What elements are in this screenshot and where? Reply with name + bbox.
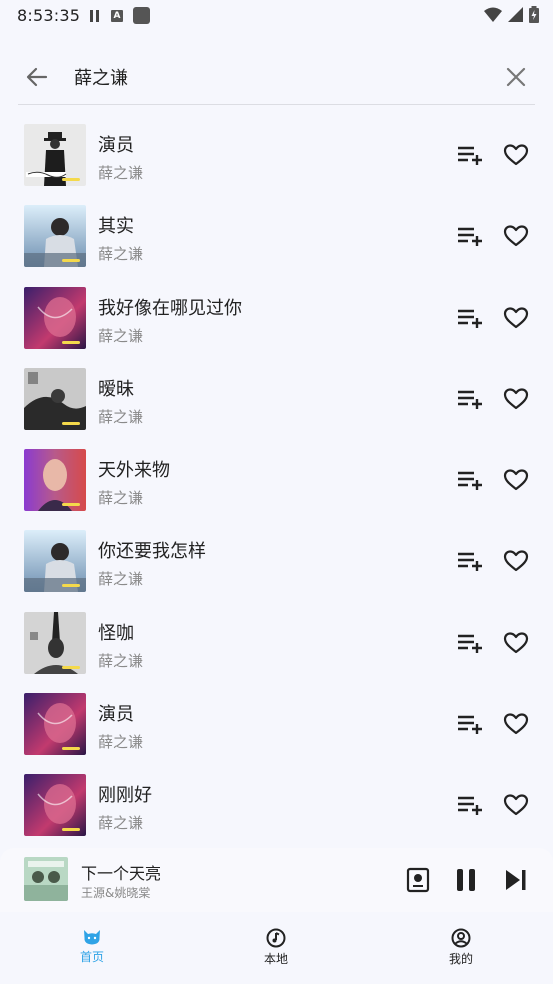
song-artist: 薛之谦 bbox=[98, 814, 144, 833]
song-title: 天外来物 bbox=[98, 460, 170, 482]
song-artist: 薛之谦 bbox=[98, 407, 144, 426]
heart-icon[interactable] bbox=[503, 306, 529, 330]
heart-icon[interactable] bbox=[503, 143, 529, 167]
status-notifications: A bbox=[90, 7, 150, 24]
song-title: 演员 bbox=[98, 704, 134, 726]
song-artist: 薛之谦 bbox=[98, 245, 144, 264]
add-to-playlist-icon[interactable] bbox=[456, 631, 484, 655]
song-artist: 薛之谦 bbox=[98, 326, 144, 345]
song-artist: 薛之谦 bbox=[98, 733, 144, 752]
nav-local[interactable]: 本地 bbox=[236, 928, 316, 967]
song-row[interactable]: 天外来物 薛之谦 bbox=[0, 440, 553, 521]
song-row[interactable]: 暧昧 薛之谦 bbox=[0, 359, 553, 440]
heart-icon[interactable] bbox=[503, 549, 529, 573]
nav-mine-label: 我的 bbox=[448, 952, 473, 966]
song-title: 演员 bbox=[98, 135, 134, 156]
add-to-playlist-icon[interactable] bbox=[456, 793, 484, 817]
song-artist: 薛之谦 bbox=[98, 164, 144, 182]
heart-icon[interactable] bbox=[503, 712, 529, 736]
lyrics-icon[interactable] bbox=[406, 867, 430, 893]
add-to-playlist-icon[interactable] bbox=[456, 549, 484, 573]
song-row[interactable]: 怪咖 薛之谦 bbox=[0, 603, 553, 684]
add-to-playlist-icon[interactable] bbox=[456, 306, 484, 330]
add-to-playlist-icon[interactable] bbox=[456, 387, 484, 411]
a-notification-icon: A bbox=[111, 9, 123, 22]
nav-mine[interactable]: 我的 bbox=[421, 928, 501, 967]
song-title: 其实 bbox=[98, 216, 134, 238]
cat-icon bbox=[84, 930, 100, 945]
search-input[interactable]: 薛之谦 bbox=[74, 64, 128, 90]
bottom-nav: 首页 本地 我的 bbox=[0, 912, 553, 984]
heart-icon[interactable] bbox=[503, 224, 529, 248]
heart-icon[interactable] bbox=[503, 387, 529, 411]
wifi-icon bbox=[484, 7, 502, 22]
mini-player[interactable]: 下一个天亮 王源&姚晓棠 bbox=[0, 848, 553, 912]
song-row[interactable]: 我好像在哪见过你 薛之谦 bbox=[0, 278, 553, 359]
heart-icon[interactable] bbox=[503, 468, 529, 492]
album-cover bbox=[24, 286, 86, 349]
album-cover bbox=[24, 205, 86, 268]
song-row[interactable]: 演员 薛之谦 bbox=[0, 115, 553, 196]
battery-icon bbox=[529, 6, 539, 23]
song-title: 刚刚好 bbox=[98, 785, 152, 807]
album-cover bbox=[24, 693, 86, 756]
status-time: 8:53:35 bbox=[17, 6, 81, 25]
now-playing-title: 下一个天亮 bbox=[81, 864, 162, 883]
song-artist: 薛之谦 bbox=[98, 570, 144, 589]
pause-notification-icon bbox=[90, 9, 101, 22]
song-list: 演员 薛之谦 其实 薛之谦 我好像在哪见过你 薛之谦 暧昧 薛之谦 天外来物 薛… bbox=[0, 115, 553, 847]
song-row[interactable]: 你还要我怎样 薛之谦 bbox=[0, 521, 553, 602]
status-system-icons bbox=[484, 6, 539, 23]
nav-local-label: 本地 bbox=[263, 952, 288, 966]
heart-icon[interactable] bbox=[503, 631, 529, 655]
song-row[interactable]: 刚刚好 薛之谦 bbox=[0, 765, 553, 846]
song-title: 你还要我怎样 bbox=[98, 541, 206, 563]
song-row[interactable]: 演员 薛之谦 bbox=[0, 684, 553, 765]
header-divider bbox=[18, 104, 535, 105]
now-playing-cover[interactable] bbox=[24, 857, 68, 901]
search-header: 薛之谦 bbox=[0, 50, 553, 105]
album-cover bbox=[24, 124, 86, 186]
song-title: 怪咖 bbox=[98, 622, 134, 644]
add-to-playlist-icon[interactable] bbox=[456, 143, 484, 167]
skip-next-icon[interactable] bbox=[504, 868, 528, 892]
status-bar: 8:53:35 A bbox=[0, 0, 553, 30]
song-title: 我好像在哪见过你 bbox=[98, 297, 242, 319]
add-to-playlist-icon[interactable] bbox=[456, 224, 484, 248]
nav-home-label: 首页 bbox=[79, 950, 104, 964]
back-arrow-icon[interactable] bbox=[24, 64, 50, 90]
music-disc-icon bbox=[266, 928, 286, 948]
add-to-playlist-icon[interactable] bbox=[456, 712, 484, 736]
signal-icon bbox=[508, 7, 523, 22]
album-cover bbox=[24, 611, 86, 674]
now-playing-artist: 王源&姚晓棠 bbox=[81, 886, 151, 900]
song-title: 暧昧 bbox=[98, 378, 134, 400]
app-notification-icon bbox=[133, 7, 150, 24]
album-cover bbox=[24, 449, 86, 512]
account-icon bbox=[451, 928, 471, 948]
album-cover bbox=[24, 367, 86, 430]
heart-icon[interactable] bbox=[503, 793, 529, 817]
nav-home[interactable]: 首页 bbox=[52, 928, 132, 965]
add-to-playlist-icon[interactable] bbox=[456, 468, 484, 492]
song-artist: 薛之谦 bbox=[98, 489, 144, 508]
album-cover bbox=[24, 530, 86, 593]
song-row[interactable]: 其实 薛之谦 bbox=[0, 196, 553, 277]
song-artist: 薛之谦 bbox=[98, 651, 144, 670]
close-icon[interactable] bbox=[505, 66, 527, 88]
pause-icon[interactable] bbox=[455, 867, 477, 893]
album-cover bbox=[24, 774, 86, 837]
